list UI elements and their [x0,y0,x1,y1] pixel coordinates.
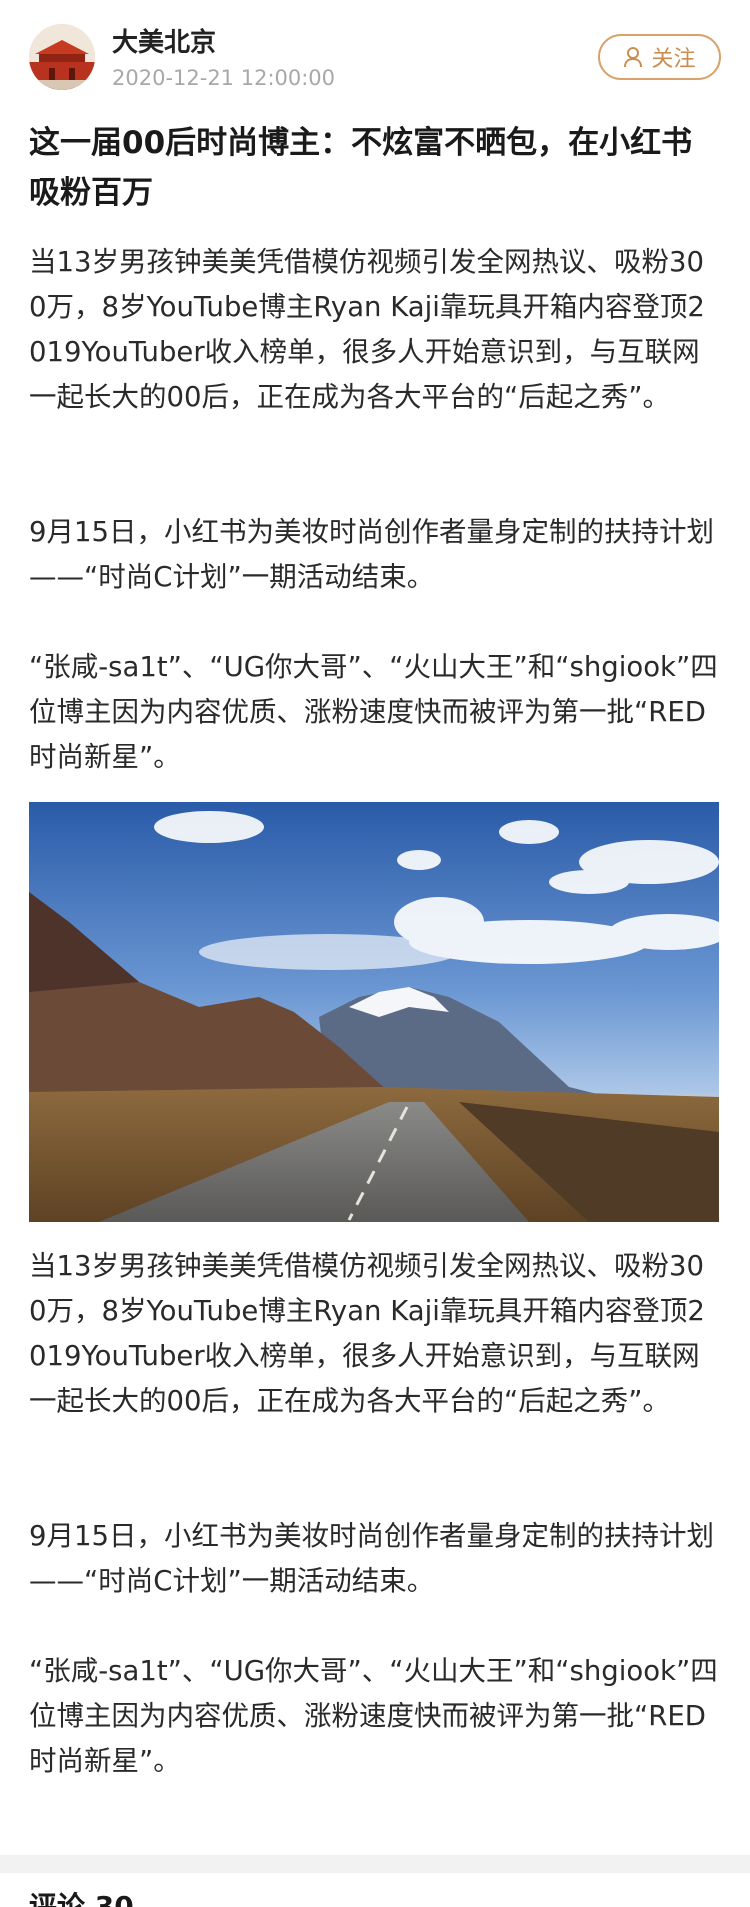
landscape-road-image [29,802,719,1222]
user-icon [624,47,643,68]
comments-heading[interactable]: 评论 30 [29,1887,134,1907]
paragraph: “张咸-sa1t”、“UG你大哥”、“火山大王”和“shgiook”四位博主因为… [29,1655,718,1777]
building-avatar-icon [29,24,95,90]
article-title: 这一届00后时尚博主：不炫富不晒包，在小红书吸粉百万 [29,125,693,211]
article-page: 大美北京 2020-12-21 12:00:00 关注 这一届00后时尚博主：不… [0,0,750,1907]
author-header: 大美北京 2020-12-21 12:00:00 关注 [29,24,721,94]
follow-label: 关注 [651,47,696,72]
paragraph: 当13岁男孩钟美美凭借模仿视频引发全网热议、吸粉300万，8岁YouTube博主… [29,246,705,413]
paragraph: “张咸-sa1t”、“UG你大哥”、“火山大王”和“shgiook”四位博主因为… [29,651,718,773]
author-avatar[interactable] [29,24,95,90]
follow-button[interactable]: 关注 [598,34,721,80]
paragraph: 9月15日，小红书为美妆时尚创作者量身定制的扶持计划——“时尚C计划”一期活动结… [29,516,714,593]
author-name[interactable]: 大美北京 [112,26,216,60]
paragraph: 9月15日，小红书为美妆时尚创作者量身定制的扶持计划——“时尚C计划”一期活动结… [29,1520,714,1597]
section-divider [0,1855,750,1873]
post-timestamp: 2020-12-21 12:00:00 [112,66,336,90]
paragraph: 当13岁男孩钟美美凭借模仿视频引发全网热议、吸粉300万，8岁YouTube博主… [29,1250,705,1417]
article-image[interactable] [29,802,719,1222]
